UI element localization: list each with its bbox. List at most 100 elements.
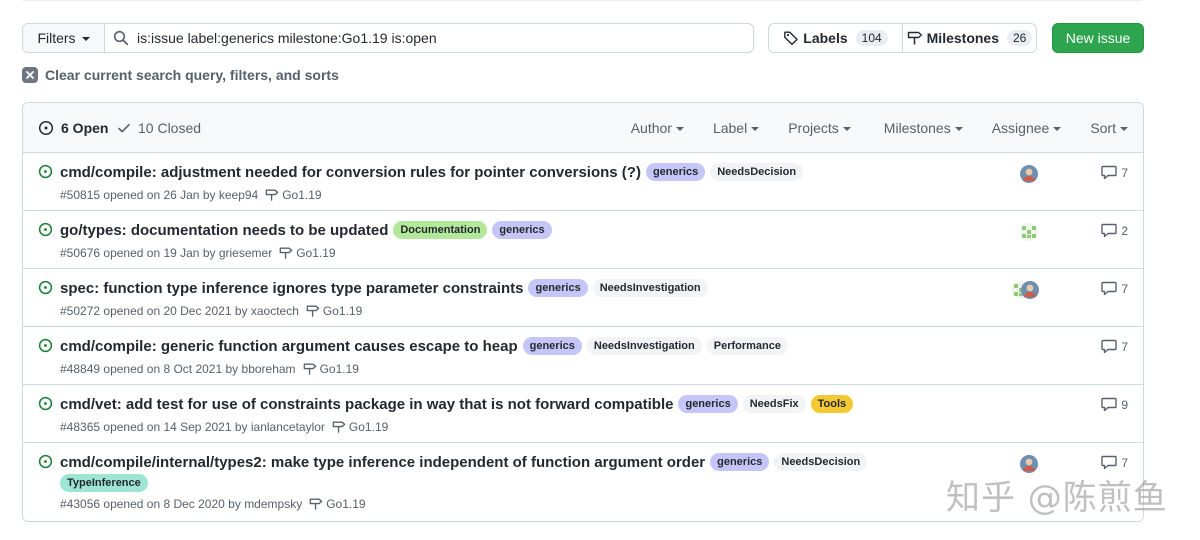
issue-title-line: spec: function type inference ignores ty… — [60, 279, 713, 297]
issue-milestone-label: Go1.19 — [348, 420, 389, 434]
issue-number: #50676 — [60, 246, 101, 260]
issue-milestone-link[interactable]: Go1.19 — [309, 497, 366, 511]
closed-issues-tab[interactable]: 10 Closed — [117, 120, 201, 136]
chevron-down-icon — [842, 127, 851, 131]
comments-link[interactable]: 7 — [1101, 165, 1128, 180]
issue-label[interactable]: TypeInference — [60, 474, 148, 492]
issue-title-link[interactable]: cmd/compile: adjustment needed for conve… — [60, 164, 641, 181]
issue-number: #43056 — [60, 497, 101, 511]
issue-milestone-link[interactable]: Go1.19 — [279, 246, 336, 260]
issue-label[interactable]: Tools — [810, 395, 854, 413]
milestone-icon — [303, 362, 317, 376]
check-icon — [118, 123, 130, 133]
filter-menus: Author Label Projects Milestones Assigne… — [631, 120, 1128, 136]
issue-label[interactable]: generics — [492, 221, 552, 239]
tag-icon — [784, 31, 798, 46]
milestone-icon — [907, 31, 922, 45]
issue-label[interactable]: generics — [522, 337, 582, 355]
comment-icon — [1101, 165, 1118, 180]
issue-label[interactable]: NeedsInvestigation — [592, 279, 708, 297]
issue-opened-text: opened on 19 Jan by — [103, 246, 216, 260]
comments-link[interactable]: 7 — [1101, 281, 1128, 296]
assignee-filter-label: Assignee — [991, 120, 1050, 136]
issue-opened-icon — [38, 280, 53, 298]
issue-milestone-link[interactable]: Go1.19 — [306, 304, 362, 318]
issue-label[interactable]: Performance — [706, 337, 788, 355]
issue-opened-icon — [38, 454, 53, 472]
issue-milestone-label: Go1.19 — [282, 188, 322, 202]
issue-milestone-label: Go1.19 — [296, 246, 336, 260]
assignee-avatar[interactable] — [1021, 281, 1039, 299]
issue-author-link[interactable]: griesemer — [219, 246, 272, 260]
issue-row: cmd/compile: adjustment needed for conve… — [23, 153, 1143, 211]
issue-opened-icon — [38, 222, 53, 240]
issue-title-link[interactable]: cmd/compile/internal/types2: make type i… — [60, 454, 705, 471]
milestones-filter-label: Milestones — [883, 120, 951, 136]
open-issues-tab[interactable]: 6 Open — [38, 120, 108, 136]
assignee-avatar[interactable] — [1020, 165, 1038, 183]
milestone-icon — [279, 246, 293, 260]
issues-toolbar: Filters Labels 104 Milestones 26 New iss… — [22, 23, 1144, 53]
issue-opened-icon — [38, 338, 53, 356]
issue-label[interactable]: generics — [710, 453, 770, 471]
issue-opened-text: opened on 26 Jan by — [103, 188, 216, 202]
issue-milestone-link[interactable]: Go1.19 — [265, 188, 322, 202]
issue-author-link[interactable]: bboreham — [242, 362, 296, 376]
issue-title-link[interactable]: cmd/vet: add test for use of constraints… — [60, 396, 673, 413]
issue-title-line: cmd/compile: generic function argument c… — [60, 337, 793, 355]
comments-link[interactable]: 9 — [1101, 397, 1128, 412]
issue-label[interactable]: NeedsInvestigation — [586, 337, 702, 355]
filters-label: Filters — [37, 30, 76, 46]
issue-title-link[interactable]: spec: function type inference ignores ty… — [60, 280, 523, 297]
label-filter-menu[interactable]: Label — [712, 120, 760, 136]
comment-count: 7 — [1121, 281, 1128, 296]
issue-label[interactable]: NeedsDecision — [774, 453, 868, 471]
issue-label[interactable]: Documentation — [393, 221, 488, 239]
issue-label[interactable]: generics — [645, 163, 706, 181]
assignee-avatar[interactable] — [1020, 223, 1038, 241]
clear-filters-link[interactable]: Clear current search query, filters, and… — [22, 67, 339, 83]
comment-icon — [1101, 455, 1118, 470]
comments-link[interactable]: 7 — [1101, 339, 1128, 354]
issue-number: #50815 — [60, 188, 101, 202]
labels-button[interactable]: Labels 104 — [769, 24, 902, 52]
issue-author-link[interactable]: xaoctech — [251, 304, 299, 318]
chevron-down-icon — [751, 127, 760, 131]
label-filter-label: Label — [712, 120, 748, 136]
issue-title-link[interactable]: go/types: documentation needs to be upda… — [60, 222, 388, 239]
filters-button[interactable]: Filters — [23, 24, 105, 52]
search-input[interactable] — [137, 30, 737, 46]
issue-number: #48365 — [60, 420, 101, 434]
issue-author-link[interactable]: keep94 — [219, 188, 258, 202]
issue-title-link[interactable]: cmd/compile: generic function argument c… — [60, 338, 518, 355]
issue-author-link[interactable]: ianlancetaylor — [251, 420, 325, 434]
chevron-down-icon — [1120, 127, 1128, 131]
comment-icon — [1101, 397, 1118, 412]
issue-extra-labels: TypeInference — [60, 474, 153, 492]
issue-opened-text: opened on 8 Oct 2021 by — [103, 362, 239, 376]
issue-milestone-link[interactable]: Go1.19 — [303, 362, 359, 376]
issue-title-line: cmd/compile/internal/types2: make type i… — [60, 453, 872, 471]
assignee-filter-menu[interactable]: Assignee — [992, 120, 1062, 136]
chevron-down-icon — [1053, 127, 1062, 131]
issue-label[interactable]: NeedsDecision — [710, 163, 804, 181]
milestones-filter-menu[interactable]: Milestones — [884, 120, 963, 136]
comment-count: 9 — [1121, 397, 1128, 412]
milestone-icon — [265, 188, 279, 202]
issue-meta: #48849 opened on 8 Oct 2021 by bboreham G… — [60, 362, 359, 376]
comments-link[interactable]: 2 — [1101, 223, 1128, 238]
issue-milestone-label: Go1.19 — [322, 304, 363, 318]
comments-link[interactable]: 7 — [1101, 455, 1128, 470]
sort-menu[interactable]: Sort — [1090, 120, 1128, 136]
issue-label[interactable]: generics — [528, 279, 588, 297]
comment-count: 7 — [1121, 339, 1128, 354]
projects-filter-menu[interactable]: Projects — [788, 120, 851, 136]
issue-author-link[interactable]: mdempsky — [244, 497, 302, 511]
issue-label[interactable]: NeedsFix — [742, 395, 806, 413]
new-issue-button[interactable]: New issue — [1052, 23, 1144, 53]
author-filter-menu[interactable]: Author — [631, 120, 684, 136]
milestones-button[interactable]: Milestones 26 — [902, 24, 1036, 52]
issue-milestone-link[interactable]: Go1.19 — [332, 420, 388, 434]
comment-icon — [1101, 223, 1118, 238]
issue-label[interactable]: generics — [678, 395, 738, 413]
